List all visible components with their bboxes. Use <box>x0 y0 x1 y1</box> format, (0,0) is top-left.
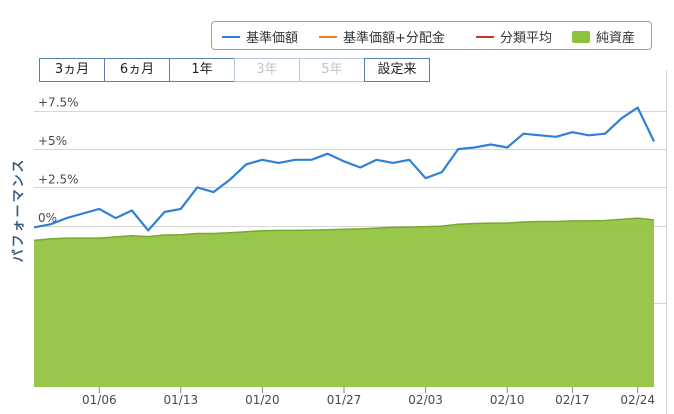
x-tick-label-6: 02/17 <box>555 393 590 407</box>
x-tick-label-2: 01/20 <box>245 393 280 407</box>
x-tick-label-7: 02/24 <box>620 393 655 407</box>
y-tick-label-2: +2.5% <box>38 172 79 186</box>
x-tick-label-0: 01/06 <box>82 393 117 407</box>
fund-chart-widget: 基準価額 基準価額+分配金 分類平均 純資産 3ヵ月 6ヵ月 1年 3年 5年 … <box>0 0 674 414</box>
net-assets-area <box>34 218 654 387</box>
x-tick-labels: 01/06 01/13 01/20 01/27 02/03 02/10 02/17 02/24 <box>82 387 655 407</box>
x-tick-label-3: 01/27 <box>327 393 362 407</box>
performance-chart: +7.5% +5% +2.5% 0% 01/06 01/13 01/20 01/27 02/0… <box>33 96 666 407</box>
chart-right-border <box>666 70 667 414</box>
nav-series-line <box>33 106 655 232</box>
y-tick-label-1: +5% <box>38 134 67 148</box>
y-tick-label-3: 0% <box>38 211 57 225</box>
x-tick-label-5: 02/10 <box>490 393 525 407</box>
y-tick-label-0: +7.5% <box>38 96 79 110</box>
net-assets-area-layer <box>33 217 655 387</box>
x-tick-label-1: 01/13 <box>164 393 199 407</box>
x-tick-label-4: 02/03 <box>408 393 443 407</box>
y-tick-labels: +7.5% +5% +2.5% 0% <box>38 96 79 225</box>
nav-line-layer <box>33 106 655 232</box>
